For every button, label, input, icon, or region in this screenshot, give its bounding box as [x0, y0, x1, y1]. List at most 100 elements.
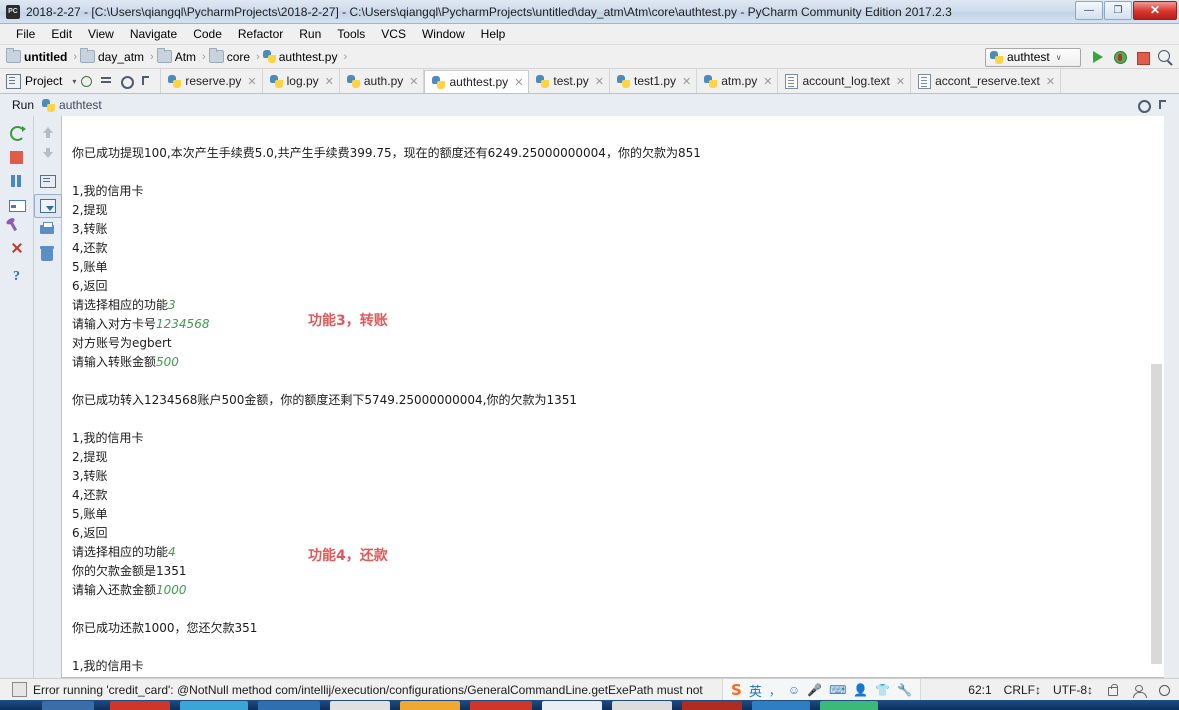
tab-label: log.py — [286, 74, 319, 88]
settings-gear-button[interactable] — [1135, 97, 1151, 113]
status-message[interactable]: Error running 'credit_card': @NotNull me… — [33, 683, 703, 697]
menu-refactor[interactable]: Refactor — [230, 25, 291, 43]
close-window-button[interactable]: ✕ — [1133, 1, 1177, 20]
soft-wrap-button[interactable] — [35, 170, 61, 192]
editor-tab-reserve-py[interactable]: reserve.py ✕ — [161, 69, 263, 93]
hide-panel-button[interactable] — [1155, 97, 1171, 113]
breadcrumb-item-authtest[interactable]: authtest.py — [262, 50, 341, 64]
close-tab-icon[interactable]: ✕ — [325, 75, 334, 88]
stop-button[interactable] — [1132, 47, 1152, 67]
menu-vcs[interactable]: VCS — [373, 25, 414, 43]
taskbar-item[interactable] — [752, 701, 810, 710]
pause-output-button[interactable] — [4, 170, 30, 192]
sogou-logo-icon[interactable]: S — [731, 682, 742, 698]
close-tab-icon[interactable]: ✕ — [763, 75, 772, 88]
editor-tab-authtest-py[interactable]: authtest.py ✕ — [424, 70, 530, 93]
print-button[interactable] — [35, 220, 61, 242]
menu-view[interactable]: View — [80, 25, 122, 43]
editor-tab-accont-reserve-text[interactable]: accont_reserve.text ✕ — [911, 69, 1062, 93]
taskbar-item[interactable] — [330, 701, 390, 710]
stop-process-button[interactable] — [4, 146, 30, 168]
taskbar-item[interactable] — [470, 701, 532, 710]
line-separator-selector[interactable]: CRLF↕ — [1004, 683, 1041, 697]
debug-button[interactable] — [1110, 47, 1130, 67]
taskbar-item[interactable] — [42, 701, 94, 710]
menu-tools[interactable]: Tools — [329, 25, 373, 43]
editor-tab-auth-py[interactable]: auth.py ✕ — [340, 69, 425, 93]
menu-run[interactable]: Run — [291, 25, 329, 43]
menu-edit[interactable]: Edit — [43, 25, 80, 43]
collapse-all-button[interactable] — [98, 73, 114, 89]
encoding-selector[interactable]: UTF-8↕ — [1053, 683, 1093, 697]
caret-position[interactable]: 62:1 — [968, 683, 991, 697]
menu-file[interactable]: File — [8, 25, 43, 43]
ime-user-icon[interactable]: 👤 — [853, 683, 868, 697]
help-button[interactable]: ? — [4, 266, 30, 288]
python-file-icon — [536, 74, 550, 88]
breadcrumb-item-core[interactable]: core — [208, 48, 253, 64]
menu-code[interactable]: Code — [185, 25, 230, 43]
ime-keyboard-icon[interactable]: ⌨ — [829, 683, 846, 697]
editor-tab-test1-py[interactable]: test1.py ✕ — [610, 69, 698, 93]
close-tab-icon[interactable]: ✕ — [682, 75, 691, 88]
close-tab-icon[interactable]: ✕ — [896, 75, 905, 88]
minimize-button[interactable]: — — [1075, 1, 1103, 20]
breadcrumb-item-untitled[interactable]: untitled — [6, 48, 70, 64]
breadcrumb-item-atm[interactable]: Atm — [156, 48, 199, 64]
clear-all-button[interactable] — [35, 244, 61, 266]
menu-navigate[interactable]: Navigate — [122, 25, 185, 43]
menu-help[interactable]: Help — [473, 25, 514, 43]
ime-emoji-icon[interactable]: ☺ — [788, 683, 800, 697]
hide-project-button[interactable] — [138, 73, 154, 89]
maximize-button[interactable]: ❐ — [1104, 1, 1132, 20]
editor-tab-log-py[interactable]: log.py ✕ — [263, 69, 340, 93]
view-console-button[interactable] — [4, 194, 30, 216]
console-line-input: 4 — [168, 545, 176, 559]
event-log-icon[interactable] — [12, 682, 27, 697]
taskbar-item[interactable] — [110, 701, 170, 710]
editor-tab-account-log-text[interactable]: account_log.text ✕ — [778, 69, 912, 93]
close-tab-icon[interactable]: ✕ — [247, 75, 256, 88]
close-tab-icon[interactable]: ✕ — [514, 76, 523, 89]
ime-mode-button[interactable]: 英 — [749, 681, 762, 700]
run-console[interactable]: 你已成功提现100,本次产生手续费5.0,共产生手续费399.75，现在的额度还… — [62, 116, 1164, 678]
console-line-text: 请输入转账金额 — [72, 355, 157, 369]
pin-tab-button[interactable] — [4, 218, 30, 240]
magnifier-icon[interactable] — [1157, 683, 1171, 697]
run-button[interactable] — [1088, 47, 1108, 67]
read-only-lock-icon[interactable] — [1105, 683, 1119, 697]
menu-window[interactable]: Window — [414, 25, 473, 43]
console-line: 你已成功提现100,本次产生手续费5.0,共产生手续费399.75，现在的额度还… — [72, 144, 1164, 163]
breadcrumb-item-day-atm[interactable]: day_atm — [80, 48, 147, 64]
console-vertical-scrollbar[interactable] — [1151, 364, 1162, 664]
close-tab-icon[interactable]: ✕ — [595, 75, 604, 88]
scroll-from-source-button[interactable] — [78, 73, 94, 89]
run-tab-authtest[interactable]: authtest — [42, 98, 102, 112]
taskbar-item[interactable] — [400, 701, 460, 710]
taskbar-item[interactable] — [612, 701, 672, 710]
scroll-to-end-button[interactable] — [34, 194, 62, 218]
taskbar-item[interactable] — [820, 701, 878, 710]
run-configuration-selector[interactable]: authtest ∨ — [985, 47, 1081, 67]
ime-skin-icon[interactable]: 👕 — [875, 683, 890, 697]
close-tab-icon[interactable]: ✕ — [409, 75, 418, 88]
editor-tab-bar: Project ▾ reserve.py ✕ log.py ✕ auth.py … — [0, 69, 1179, 94]
editor-tab-test-py[interactable]: test.py ✕ — [529, 69, 610, 93]
search-everywhere-button[interactable] — [1154, 47, 1174, 67]
taskbar-item[interactable] — [258, 701, 320, 710]
taskbar-item[interactable] — [682, 701, 742, 710]
scroll-down-button[interactable] — [35, 146, 61, 168]
project-settings-button[interactable] — [118, 73, 135, 89]
hector-inspector-icon[interactable] — [1131, 683, 1147, 698]
project-tool-window-button[interactable]: Project ▾ — [0, 69, 162, 93]
ime-tools-icon[interactable]: 🔧 — [897, 683, 912, 697]
taskbar-item[interactable] — [542, 701, 602, 710]
editor-tab-atm-py[interactable]: atm.py ✕ — [697, 69, 779, 93]
taskbar-item[interactable] — [180, 701, 248, 710]
ime-punctuation-icon[interactable]: ， — [769, 682, 781, 699]
close-tab-icon[interactable]: ✕ — [1046, 75, 1055, 88]
scroll-up-button[interactable] — [35, 122, 61, 144]
rerun-button[interactable] — [4, 122, 30, 144]
close-run-tab-button[interactable] — [4, 242, 30, 264]
ime-microphone-icon[interactable]: 🎤 — [807, 683, 822, 697]
